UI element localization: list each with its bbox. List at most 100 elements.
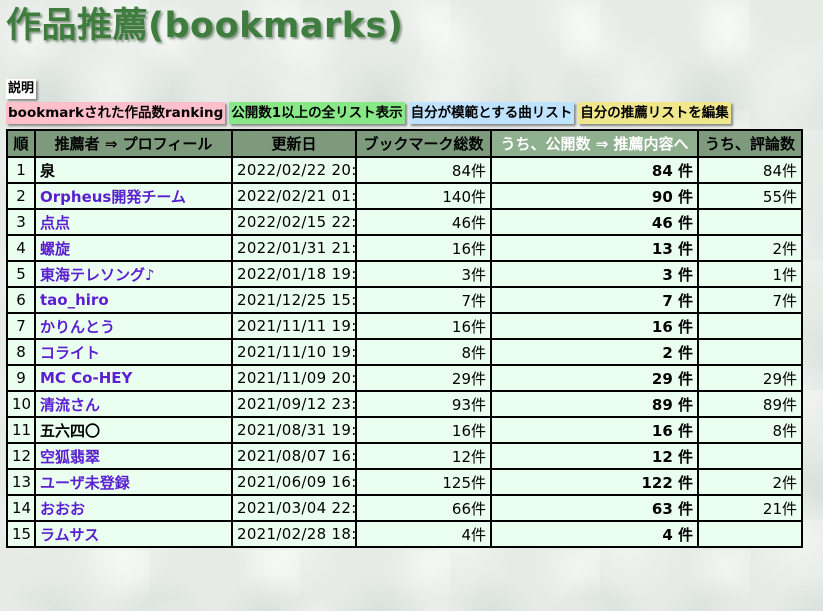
total-cell: 7件 — [355, 286, 492, 314]
user-profile-link: 泉 — [40, 161, 56, 180]
user-cell: 空狐翡翠 — [34, 442, 233, 470]
public-count-cell[interactable]: 90 件 — [490, 182, 699, 210]
rank-cell: 3 — [6, 208, 36, 236]
user-cell: コライト — [34, 338, 233, 366]
user-profile-link[interactable]: 清流さん — [40, 396, 100, 414]
total-cell: 140件 — [355, 182, 492, 210]
rank-cell: 12 — [6, 442, 36, 470]
nav-link-3[interactable]: 自分が模範とする曲リスト — [408, 102, 575, 124]
rank-cell: 1 — [6, 156, 36, 184]
updated-cell: 2022/02/22 20:13 — [231, 156, 357, 184]
nav-link-1[interactable]: bookmarkされた作品数ranking — [6, 102, 226, 124]
updated-cell: 2021/12/25 15:37 — [231, 286, 357, 314]
public-count-cell[interactable]: 46 件 — [490, 208, 699, 236]
table-row: 15ラムサス 2021/02/28 18:304件4 件 — [6, 520, 803, 548]
explain-button[interactable]: 説明 — [6, 79, 37, 99]
updated-cell: 2022/02/21 01:17 — [231, 182, 357, 210]
user-cell: 螺旋 — [34, 234, 233, 262]
public-count-cell[interactable]: 2 件 — [490, 338, 699, 366]
user-profile-link[interactable]: ラムサス — [40, 526, 99, 544]
public-count-cell[interactable]: 3 件 — [490, 260, 699, 288]
total-cell: 8件 — [355, 338, 492, 366]
rank-cell: 14 — [6, 494, 36, 522]
user-profile-link[interactable]: ユーザ未登録 — [40, 474, 130, 492]
rank-cell: 15 — [6, 520, 36, 548]
bookmark-ranking-table: 順 推薦者 ⇒ プロフィール 更新日 ブックマーク総数 うち、公開数 ⇒ 推薦内… — [6, 129, 803, 548]
table-row: 6tao_hiro2021/12/25 15:377件7 件7件 — [6, 286, 803, 314]
total-cell: 16件 — [355, 234, 492, 262]
table-row: 14おおお 2021/03/04 22:5766件63 件21件 — [6, 494, 803, 522]
review-count-cell: 89件 — [697, 390, 803, 418]
updated-cell: 2021/03/04 22:57 — [231, 494, 357, 522]
rank-cell: 10 — [6, 390, 36, 418]
user-cell: MC Co-HEY — [34, 364, 233, 392]
user-profile-link[interactable]: 東海テレソング♪ — [40, 266, 155, 284]
header-reviews: うち、評論数 — [697, 129, 803, 158]
updated-cell: 2021/08/31 19:24 — [231, 416, 357, 444]
rank-cell: 9 — [6, 364, 36, 392]
review-count-cell: 7件 — [697, 286, 803, 314]
table-row: 4螺旋 2022/01/31 21:4616件13 件2件 — [6, 234, 803, 262]
review-count-cell — [697, 338, 803, 366]
review-count-cell: 84件 — [697, 156, 803, 184]
user-profile-link[interactable]: 螺旋 — [40, 240, 70, 258]
total-cell: 93件 — [355, 390, 492, 418]
total-cell: 16件 — [355, 312, 492, 340]
review-count-cell: 2件 — [697, 468, 803, 496]
user-profile-link[interactable]: 空狐翡翠 — [40, 448, 100, 466]
total-cell: 29件 — [355, 364, 492, 392]
public-count-cell[interactable]: 63 件 — [490, 494, 699, 522]
user-profile-link[interactable]: 点点 — [40, 214, 70, 232]
updated-cell: 2022/02/15 22:39 — [231, 208, 357, 236]
user-profile-link[interactable]: おおお — [40, 500, 85, 518]
table-row: 12空狐翡翠 2021/08/07 16:0712件12 件 — [6, 442, 803, 470]
table-row: 1泉2022/02/22 20:1384件84 件84件 — [6, 156, 803, 184]
public-count-cell[interactable]: 89 件 — [490, 390, 699, 418]
rank-cell: 11 — [6, 416, 36, 444]
table-row: 13ユーザ未登録 2021/06/09 16:44125件122 件2件 — [6, 468, 803, 496]
table-row: 7かりんとう 2021/11/11 19:2616件16 件 — [6, 312, 803, 340]
updated-cell: 2021/11/11 19:26 — [231, 312, 357, 340]
updated-cell: 2022/01/31 21:46 — [231, 234, 357, 262]
user-cell: おおお — [34, 494, 233, 522]
table-row: 5東海テレソング♪ 2022/01/18 19:133件3 件1件 — [6, 260, 803, 288]
user-profile-link[interactable]: tao_hiro — [40, 291, 109, 309]
public-count-cell[interactable]: 122 件 — [490, 468, 699, 496]
public-count-cell[interactable]: 13 件 — [490, 234, 699, 262]
review-count-cell: 29件 — [697, 364, 803, 392]
nav-link-2[interactable]: 公開数1以上の全リスト表示 — [229, 102, 405, 124]
public-count-cell[interactable]: 84 件 — [490, 156, 699, 184]
total-cell: 125件 — [355, 468, 492, 496]
header-public[interactable]: うち、公開数 ⇒ 推薦内容へ — [490, 129, 699, 158]
public-count-cell[interactable]: 29 件 — [490, 364, 699, 392]
user-cell: ラムサス — [34, 520, 233, 548]
user-cell: Orpheus開発チーム — [34, 182, 233, 210]
user-cell: 清流さん — [34, 390, 233, 418]
rank-cell: 2 — [6, 182, 36, 210]
public-count-cell[interactable]: 7 件 — [490, 286, 699, 314]
review-count-cell: 8件 — [697, 416, 803, 444]
public-count-cell[interactable]: 16 件 — [490, 416, 699, 444]
rank-cell: 13 — [6, 468, 36, 496]
review-count-cell — [697, 208, 803, 236]
user-cell: 泉 — [34, 156, 233, 184]
nav-link-4[interactable]: 自分の推薦リストを編集 — [578, 102, 731, 124]
user-profile-link[interactable]: MC Co-HEY — [40, 369, 132, 387]
rank-cell: 6 — [6, 286, 36, 314]
public-count-cell[interactable]: 4 件 — [490, 520, 699, 548]
user-profile-link[interactable]: かりんとう — [40, 318, 115, 336]
review-count-cell — [697, 442, 803, 470]
updated-cell: 2021/06/09 16:44 — [231, 468, 357, 496]
user-profile-link[interactable]: コライト — [40, 344, 100, 362]
review-count-cell: 55件 — [697, 182, 803, 210]
user-profile-link[interactable]: Orpheus開発チーム — [40, 188, 186, 206]
user-cell: 五六四〇 — [34, 416, 233, 444]
review-count-cell — [697, 520, 803, 548]
table-row: 3点点 2022/02/15 22:3946件46 件 — [6, 208, 803, 236]
header-user: 推薦者 ⇒ プロフィール — [34, 129, 233, 158]
rank-cell: 7 — [6, 312, 36, 340]
public-count-cell[interactable]: 12 件 — [490, 442, 699, 470]
table-row: 8コライト 2021/11/10 19:198件2 件 — [6, 338, 803, 366]
total-cell: 46件 — [355, 208, 492, 236]
public-count-cell[interactable]: 16 件 — [490, 312, 699, 340]
